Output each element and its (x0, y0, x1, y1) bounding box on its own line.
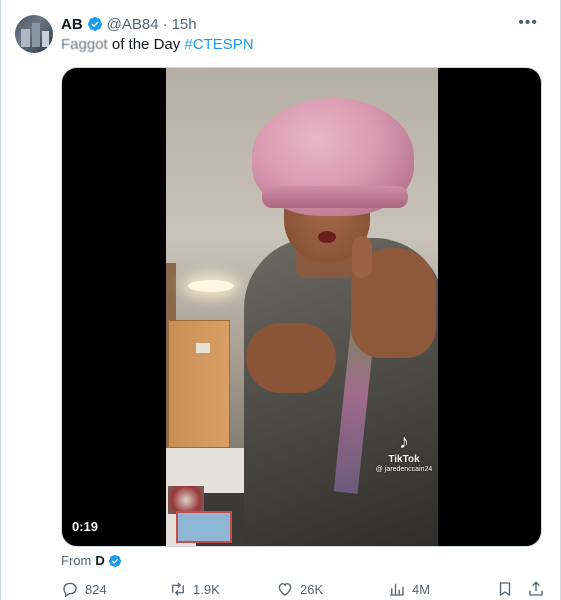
verified-badge-icon (108, 554, 121, 567)
repost-button[interactable]: 1.9K (169, 580, 220, 598)
tiktok-username: @ jaredenccain24 (375, 466, 433, 473)
share-icon (529, 581, 543, 596)
video-player[interactable]: ♪ TikTok @ jaredenccain24 0:19 (61, 67, 542, 547)
ceiling-light (188, 280, 234, 292)
tweet-text: Faggot of the Day #CTESPN (61, 36, 254, 53)
views-count: 4M (412, 581, 431, 597)
like-button[interactable]: 26K (276, 580, 323, 598)
views-icon (390, 583, 404, 596)
time-separator: · (162, 15, 168, 33)
tiktok-brand: TikTok (388, 454, 420, 465)
tiktok-logo-icon: ♪ (399, 431, 409, 453)
author-handle[interactable]: @AB84 (107, 16, 159, 33)
background-door (168, 320, 230, 448)
verified-badge-icon (87, 17, 102, 31)
tiktok-watermark: ♪ TikTok @ jaredenccain24 (371, 432, 437, 473)
video-duration: 0:19 (72, 519, 99, 534)
author-avatar[interactable] (15, 15, 53, 53)
like-count: 26K (300, 581, 324, 597)
author-name[interactable]: AB (61, 16, 83, 33)
bookmark-button[interactable] (496, 580, 514, 598)
source-name[interactable]: D (95, 553, 104, 568)
tweet-card[interactable]: AB @AB84 · 15h ••• Faggot of the Day #CT… (0, 0, 561, 600)
video-source: From D (61, 553, 122, 568)
tweet-header: AB @AB84 · 15h (61, 14, 197, 34)
more-icon[interactable]: ••• (518, 14, 538, 32)
action-bar: 824 1.9K 26K 4M (61, 578, 546, 600)
video-frame[interactable]: ♪ TikTok @ jaredenccain24 (166, 68, 438, 546)
tweet-text-censored: Faggot (61, 36, 108, 53)
bookmark-icon (499, 582, 511, 597)
share-button[interactable] (527, 580, 545, 598)
tweet-text-body: of the Day (107, 36, 185, 53)
reply-button[interactable]: 824 (61, 580, 107, 598)
source-prefix: From (61, 553, 92, 568)
hashtag-link[interactable]: #CTESPN (184, 36, 253, 53)
reply-icon (63, 582, 77, 598)
repost-icon (172, 582, 184, 596)
views-button[interactable]: 4M (388, 580, 430, 598)
reply-count: 824 (85, 581, 107, 597)
repost-count: 1.9K (193, 581, 220, 597)
like-icon (278, 583, 292, 596)
tweet-time[interactable]: 15h (172, 16, 197, 33)
